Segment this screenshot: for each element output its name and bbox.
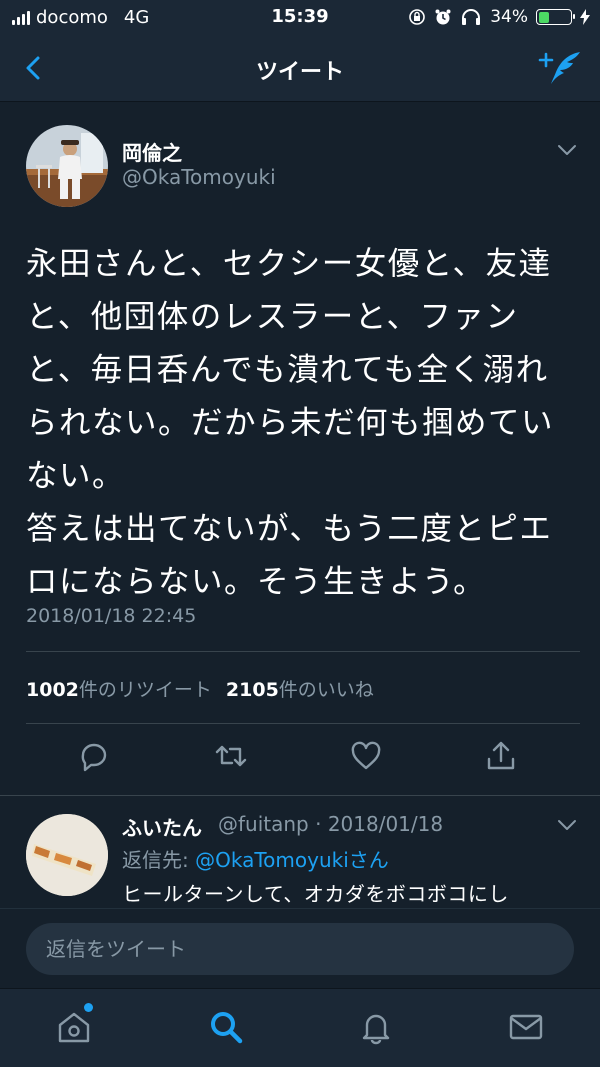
reply-author-name[interactable]: ふいたん xyxy=(122,812,202,841)
like-label: 件のいいね xyxy=(278,679,374,701)
chevron-down-icon[interactable] xyxy=(556,143,578,157)
battery-percent: 34% xyxy=(490,7,528,27)
tweet-text: 永田さんと、セクシー女優と、友達と、他団体のレスラーと、ファンと、毎日呑んでも潰… xyxy=(26,246,555,600)
reply-to-line: 返信先: @OkaTomoyukiさん xyxy=(122,844,389,873)
engagement-stats: 1002件のリツイート 2105件のいいね xyxy=(26,675,374,702)
reply-input[interactable]: 返信をツイート xyxy=(26,923,574,975)
reply-to-prefix: 返信先: xyxy=(122,848,196,872)
avatar[interactable] xyxy=(26,814,108,896)
like-stat[interactable]: 2105件のいいね xyxy=(226,675,374,702)
battery-icon xyxy=(536,9,575,25)
divider xyxy=(26,651,580,652)
orientation-lock-icon xyxy=(409,9,426,25)
search-icon[interactable] xyxy=(208,1009,244,1045)
heart-icon[interactable] xyxy=(349,739,383,773)
tweet-actions xyxy=(0,739,600,779)
chevron-down-icon[interactable] xyxy=(556,818,578,832)
author-handle[interactable]: @OkaTomoyuki xyxy=(122,165,276,189)
navigation-bar: ツイート xyxy=(0,36,600,102)
home-icon[interactable] xyxy=(56,1009,92,1045)
reply-composer: 返信をツイート xyxy=(0,908,600,988)
reply-icon[interactable] xyxy=(77,739,111,773)
reply-to-handle[interactable]: @OkaTomoyukiさん xyxy=(195,848,389,872)
tweet-timestamp: 2018/01/18 22:45 xyxy=(26,605,197,627)
tab-bar xyxy=(0,988,600,1067)
envelope-icon[interactable] xyxy=(508,1009,544,1045)
retweet-icon[interactable] xyxy=(214,739,248,773)
reply-text: ヒールターンして、オカダをボコボコにし xyxy=(122,882,509,906)
bell-icon[interactable] xyxy=(358,1009,394,1045)
notification-dot xyxy=(84,1003,93,1012)
reply-tweet[interactable]: ふいたん @fuitanp · 2018/01/18 返信先: @OkaTomo… xyxy=(0,796,600,908)
divider xyxy=(26,723,580,724)
author-display-name[interactable]: 岡倫之 xyxy=(122,137,182,166)
avatar[interactable] xyxy=(26,125,108,207)
share-icon[interactable] xyxy=(484,739,518,773)
like-count: 2105 xyxy=(225,679,279,701)
retweet-count: 1002 xyxy=(26,679,79,701)
status-bar: docomo 4G 15:39 34% xyxy=(0,0,600,36)
alarm-icon xyxy=(435,9,451,25)
retweet-label: 件のリツイート xyxy=(78,679,212,701)
reply-meta: @fuitanp · 2018/01/18 xyxy=(218,812,444,836)
charging-icon xyxy=(580,9,590,25)
retweet-stat[interactable]: 1002件のリツイート xyxy=(26,675,212,702)
headphones-icon xyxy=(462,9,481,25)
compose-tweet-icon[interactable] xyxy=(538,48,582,88)
page-title: ツイート xyxy=(255,60,344,85)
